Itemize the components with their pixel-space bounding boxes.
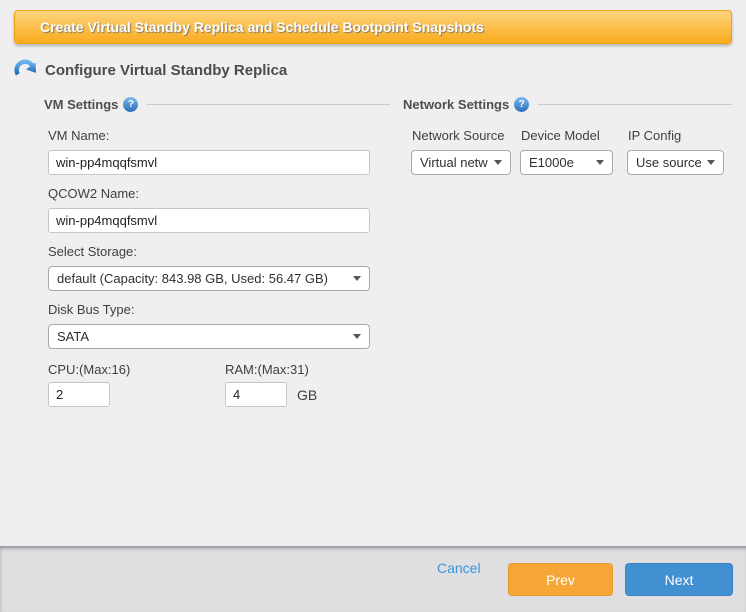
chevron-down-icon xyxy=(596,160,604,165)
storage-dropdown-value: default (Capacity: 843.98 GB, Used: 56.4… xyxy=(57,271,328,286)
ram-unit-label: GB xyxy=(297,387,317,403)
network-settings-section-header: Network Settings ? xyxy=(403,96,732,113)
ram-input[interactable] xyxy=(225,382,287,407)
vm-name-input[interactable] xyxy=(48,150,370,175)
chevron-down-icon xyxy=(353,276,361,281)
device-model-label: Device Model xyxy=(521,128,600,143)
ip-config-dropdown[interactable]: Use source ... xyxy=(627,150,724,175)
qcow2-name-label: QCOW2 Name: xyxy=(48,186,139,201)
network-source-label: Network Source xyxy=(412,128,504,143)
network-source-dropdown[interactable]: Virtual netw... xyxy=(411,150,511,175)
vm-settings-section-header: VM Settings ? xyxy=(44,96,390,113)
network-settings-help-icon[interactable]: ? xyxy=(514,97,529,112)
step-title: Configure Virtual Standby Replica xyxy=(45,62,287,79)
vm-name-label: VM Name: xyxy=(48,128,109,143)
cpu-input[interactable] xyxy=(48,382,110,407)
device-model-dropdown[interactable]: E1000e xyxy=(520,150,613,175)
step-header: Configure Virtual Standby Replica xyxy=(14,59,287,82)
chevron-down-icon xyxy=(494,160,502,165)
qcow2-name-input[interactable] xyxy=(48,208,370,233)
section-divider xyxy=(538,104,732,105)
chevron-down-icon xyxy=(353,334,361,339)
cpu-label: CPU:(Max:16) xyxy=(48,362,130,377)
vm-settings-help-icon[interactable]: ? xyxy=(123,97,138,112)
disk-bus-type-label: Disk Bus Type: xyxy=(48,302,134,317)
wizard-title: Create Virtual Standby Replica and Sched… xyxy=(40,19,484,35)
device-model-dropdown-value: E1000e xyxy=(529,155,574,170)
network-settings-label: Network Settings xyxy=(403,97,509,112)
chevron-down-icon xyxy=(707,160,715,165)
curved-arrow-icon xyxy=(14,59,37,82)
wizard-title-banner: Create Virtual Standby Replica and Sched… xyxy=(14,10,732,44)
prev-button[interactable]: Prev xyxy=(508,563,613,596)
ram-label: RAM:(Max:31) xyxy=(225,362,309,377)
ip-config-dropdown-value: Use source ... xyxy=(636,155,701,170)
section-divider xyxy=(147,104,390,105)
ip-config-label: IP Config xyxy=(628,128,681,143)
next-button[interactable]: Next xyxy=(625,563,733,596)
create-virtual-standby-wizard: Create Virtual Standby Replica and Sched… xyxy=(0,0,746,612)
vm-settings-label: VM Settings xyxy=(44,97,118,112)
network-source-dropdown-value: Virtual netw... xyxy=(420,155,488,170)
storage-dropdown[interactable]: default (Capacity: 843.98 GB, Used: 56.4… xyxy=(48,266,370,291)
select-storage-label: Select Storage: xyxy=(48,244,137,259)
wizard-footer: Cancel Prev Next xyxy=(0,546,746,612)
cancel-link[interactable]: Cancel xyxy=(437,560,481,576)
disk-bus-dropdown-value: SATA xyxy=(57,329,89,344)
disk-bus-dropdown[interactable]: SATA xyxy=(48,324,370,349)
